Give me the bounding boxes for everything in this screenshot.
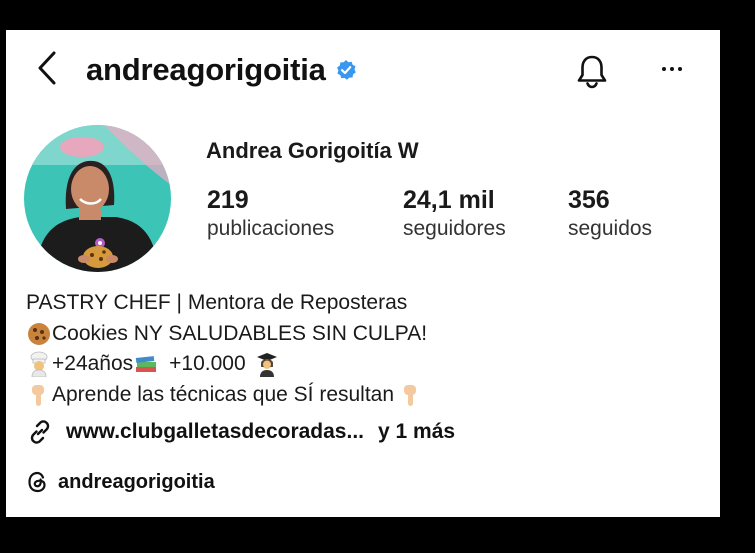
threads-handle[interactable]: andreagorigoitia bbox=[58, 471, 215, 494]
website-link[interactable]: www.clubgalletasdecoradas... y 1 más bbox=[26, 418, 455, 446]
stat-label: publicaciones bbox=[207, 217, 335, 240]
pointing-down-icon bbox=[398, 382, 424, 408]
bio-text: Cookies NY SALUDABLES SIN CULPA! bbox=[52, 321, 428, 345]
bell-icon bbox=[577, 55, 607, 89]
bio: PASTRY CHEF | Mentora de Reposteras Cook… bbox=[26, 288, 706, 410]
profile-photo bbox=[24, 125, 171, 272]
more-links[interactable]: y 1 más bbox=[378, 420, 455, 444]
stat-posts[interactable]: 219 publicaciones bbox=[207, 185, 334, 243]
bio-line: PASTRY CHEF | Mentora de Reposteras bbox=[26, 288, 706, 319]
stat-value: 24,1 mil bbox=[403, 186, 495, 214]
stat-label: seguidos bbox=[568, 217, 653, 240]
notifications-button[interactable] bbox=[571, 50, 613, 92]
more-options-button[interactable] bbox=[654, 54, 690, 84]
more-horizontal-icon bbox=[662, 67, 666, 71]
stat-value: 356 bbox=[568, 186, 610, 214]
username: andreagorigoitia bbox=[86, 52, 326, 87]
threads-link[interactable]: andreagorigoitia bbox=[26, 470, 215, 494]
stat-label: seguidores bbox=[403, 217, 506, 240]
cookie-icon bbox=[26, 321, 52, 347]
username-container: andreagorigoitia bbox=[86, 52, 357, 88]
bio-text: PASTRY CHEF | Mentora de Reposteras bbox=[26, 291, 408, 314]
profile-header: andreagorigoitia bbox=[6, 30, 720, 110]
pointing-down-icon bbox=[26, 382, 52, 408]
full-name: Andrea Gorigoitía W bbox=[206, 138, 419, 163]
back-button[interactable] bbox=[32, 50, 62, 86]
verified-badge-icon bbox=[335, 59, 357, 81]
bio-text: Aprende las técnicas que SÍ resultan bbox=[52, 382, 395, 406]
chef-icon bbox=[26, 351, 52, 378]
stat-value: 219 bbox=[207, 186, 249, 214]
profile-screen: andreagorigoitia Andrea Gorigoitía W 219… bbox=[6, 30, 720, 517]
graduate-icon bbox=[254, 351, 280, 378]
link-icon bbox=[30, 420, 50, 444]
bio-line: Aprende las técnicas que SÍ resultan bbox=[26, 380, 706, 411]
stat-followers[interactable]: 24,1 mil seguidores bbox=[403, 185, 506, 243]
avatar[interactable] bbox=[24, 125, 171, 272]
bio-text: +24años bbox=[52, 352, 134, 375]
threads-icon bbox=[28, 471, 46, 493]
books-icon bbox=[133, 351, 159, 377]
bio-line: +24años +10.000 bbox=[26, 349, 706, 380]
bio-text: +10.000 bbox=[169, 352, 246, 375]
website-url[interactable]: www.clubgalletasdecoradas... bbox=[66, 420, 364, 444]
chevron-left-icon bbox=[38, 51, 56, 85]
stat-following[interactable]: 356 seguidos bbox=[568, 185, 652, 243]
bio-line: Cookies NY SALUDABLES SIN CULPA! bbox=[26, 319, 706, 350]
